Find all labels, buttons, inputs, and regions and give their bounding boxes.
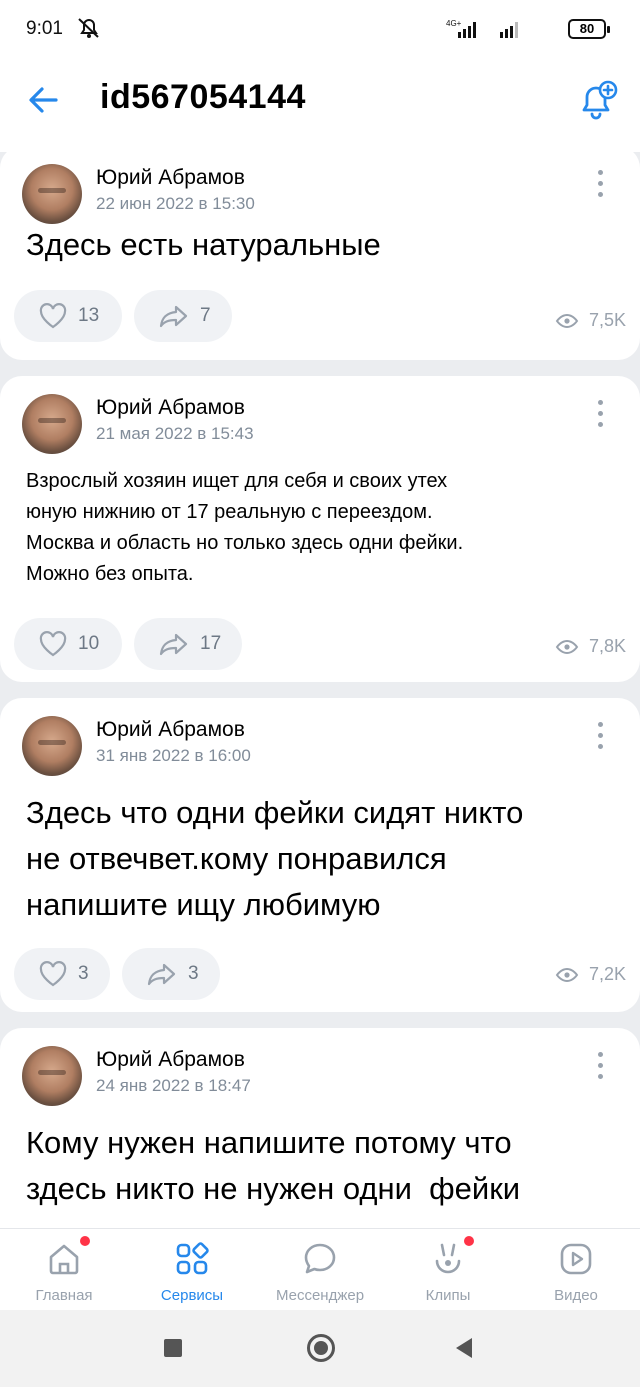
post-author[interactable]: Юрий Абрамов	[96, 1048, 245, 1072]
post-date[interactable]: 24 янв 2022 в 18:47	[96, 1076, 251, 1096]
wall-post: Юрий Абрамов 24 янв 2022 в 18:47 Кому ну…	[0, 1028, 640, 1228]
post-text-line: Кому нужен напишите потому что	[26, 1125, 512, 1160]
avatar[interactable]	[22, 164, 82, 224]
bottom-tab-bar: Главная Сервисы Мессенджер Клипы Видео	[0, 1228, 640, 1310]
post-text-line: не отвечвет.кому понравился	[26, 841, 447, 876]
wall-post: Юрий Абрамов 22 июн 2022 в 15:30 Здесь е…	[0, 152, 640, 360]
post-text-line: здесь никто не нужен одни фейки	[26, 1171, 521, 1206]
post-date[interactable]: 31 янв 2022 в 16:00	[96, 746, 251, 766]
wall-feed[interactable]: Юрий Абрамов 22 июн 2022 в 15:30 Здесь е…	[0, 152, 640, 1228]
tab-home[interactable]: Главная	[0, 1229, 128, 1311]
video-play-icon	[560, 1243, 592, 1275]
post-text-line: Можно без опыта.	[26, 563, 194, 585]
post-text-line: юную нижнию от 17 реальную с переездом.	[26, 501, 433, 523]
page-title: id567054144	[100, 78, 306, 116]
app-header: id567054144	[0, 60, 640, 152]
more-dots-icon	[597, 722, 603, 727]
notification-badge	[464, 1236, 474, 1246]
home-icon	[49, 1244, 79, 1275]
like-button[interactable]: 3	[14, 948, 110, 1000]
tab-video[interactable]: Видео	[512, 1229, 640, 1311]
post-author[interactable]: Юрий Абрамов	[96, 166, 245, 190]
more-dots-icon	[597, 170, 603, 175]
notifications-muted-icon	[78, 18, 99, 38]
status-bar: 9:01 4G+ 80	[0, 0, 640, 60]
home-button[interactable]	[307, 1334, 335, 1362]
share-count: 7	[200, 305, 211, 326]
system-navigation-bar	[0, 1310, 640, 1387]
post-text-line: Москва и область но только здесь одни фе…	[26, 532, 464, 554]
like-count: 13	[78, 305, 100, 326]
post-text: Кому нужен напишите потому что здесь ник…	[26, 1120, 616, 1212]
share-button[interactable]: 7	[134, 290, 232, 342]
views-counter: 7,5K	[555, 310, 626, 331]
heart-icon	[39, 303, 67, 329]
services-grid-icon	[176, 1242, 209, 1275]
views-counter: 7,8K	[555, 636, 626, 657]
like-button[interactable]: 10	[14, 618, 122, 670]
post-date[interactable]: 21 мая 2022 в 15:43	[96, 424, 254, 444]
wall-post: Юрий Абрамов 31 янв 2022 в 16:00 Здесь ч…	[0, 698, 640, 1012]
avatar[interactable]	[22, 1046, 82, 1106]
eye-icon	[555, 313, 579, 328]
more-options-button[interactable]	[594, 400, 606, 430]
avatar[interactable]	[22, 394, 82, 454]
post-date[interactable]: 22 июн 2022 в 15:30	[96, 194, 255, 214]
like-count: 10	[78, 633, 100, 654]
post-text-line: напишите ищу любимую	[26, 887, 381, 922]
views-count: 7,2K	[588, 964, 626, 984]
share-count: 3	[188, 963, 199, 984]
network-type: 4G+	[446, 19, 462, 28]
signal-indicators: 4G+	[444, 18, 544, 45]
heart-icon	[39, 631, 67, 657]
arrow-left-icon	[29, 87, 58, 113]
tab-messenger[interactable]: Мессенджер	[256, 1229, 384, 1311]
share-arrow-icon	[159, 633, 188, 656]
post-text: Здесь что одни фейки сидят никто не отве…	[26, 790, 616, 928]
status-time: 9:01	[26, 18, 63, 39]
more-options-button[interactable]	[594, 722, 606, 752]
more-options-button[interactable]	[594, 1052, 606, 1082]
notification-badge	[80, 1236, 90, 1246]
bell-plus-icon	[582, 80, 618, 120]
more-dots-icon	[597, 1052, 603, 1057]
share-button[interactable]: 3	[122, 948, 220, 1000]
battery-indicator: 80	[568, 19, 610, 39]
message-bubble-icon	[304, 1243, 336, 1274]
clips-icon	[435, 1243, 461, 1274]
tab-label: Главная	[35, 1287, 93, 1304]
system-back-button[interactable]	[456, 1338, 472, 1358]
tab-label: Сервисы	[160, 1287, 224, 1304]
tab-label: Клипы	[425, 1287, 471, 1304]
views-count: 7,5K	[588, 310, 626, 330]
recent-apps-button[interactable]	[164, 1339, 182, 1357]
post-text: Здесь есть натуральные	[26, 227, 381, 262]
avatar[interactable]	[22, 716, 82, 776]
wall-post: Юрий Абрамов 21 мая 2022 в 15:43 Взрослы…	[0, 376, 640, 682]
subscribe-button[interactable]	[576, 78, 620, 122]
views-count: 7,8K	[588, 636, 626, 656]
eye-icon	[555, 639, 579, 654]
more-dots-icon	[597, 400, 603, 405]
back-button[interactable]	[24, 80, 64, 120]
more-options-button[interactable]	[594, 170, 606, 200]
share-arrow-icon	[159, 305, 188, 328]
post-text: Взрослый хозяин ищет для себя и своих ут…	[26, 466, 616, 590]
heart-icon	[39, 961, 67, 987]
tab-label: Мессенджер	[275, 1287, 365, 1304]
share-button[interactable]: 17	[134, 618, 242, 670]
tab-clips[interactable]: Клипы	[384, 1229, 512, 1311]
post-text-line: Взрослый хозяин ищет для себя и своих ут…	[26, 470, 448, 492]
share-count: 17	[200, 633, 222, 654]
views-counter: 7,2K	[555, 964, 626, 985]
like-count: 3	[78, 963, 89, 984]
tab-label: Видео	[554, 1287, 598, 1304]
tab-services[interactable]: Сервисы	[128, 1229, 256, 1311]
eye-icon	[555, 967, 579, 982]
post-author[interactable]: Юрий Абрамов	[96, 718, 245, 742]
post-text-line: Здесь что одни фейки сидят никто	[26, 795, 524, 830]
post-author[interactable]: Юрий Абрамов	[96, 396, 245, 420]
share-arrow-icon	[147, 963, 176, 986]
like-button[interactable]: 13	[14, 290, 122, 342]
